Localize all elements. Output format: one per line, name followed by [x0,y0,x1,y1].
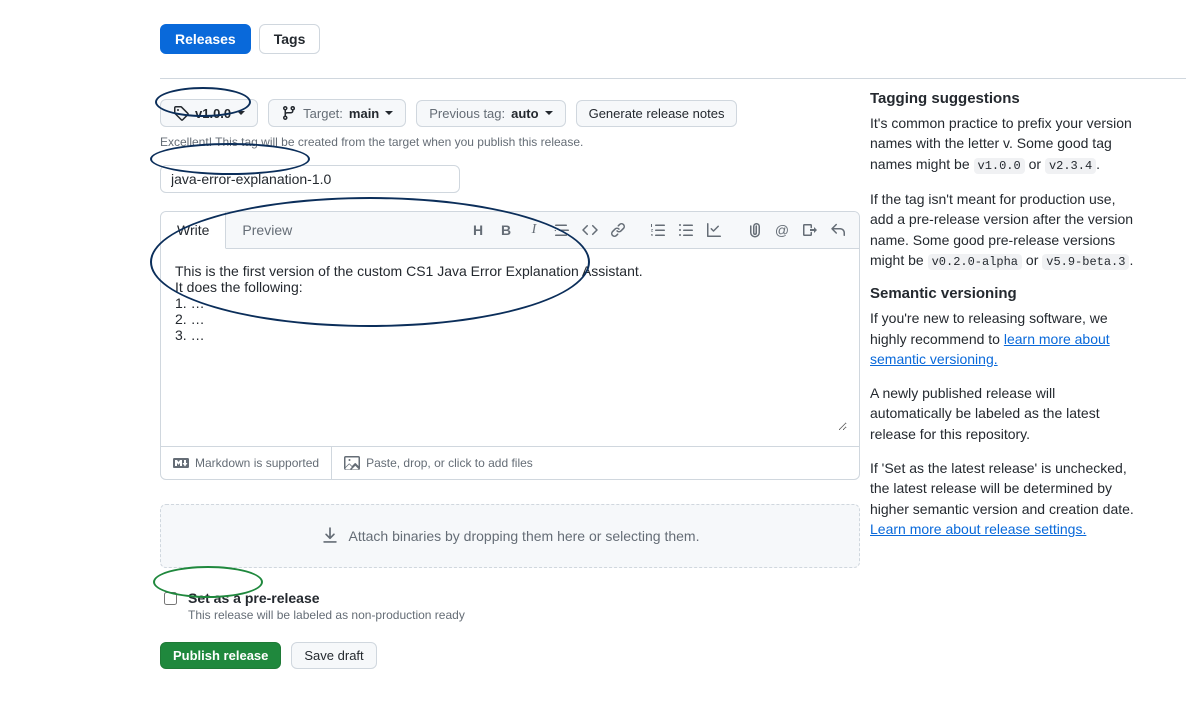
target-label: Target: [303,106,343,121]
view-tabs: Releases Tags [160,24,860,54]
prev-tag-label: Previous tag: [429,106,505,121]
semver-text-3: If 'Set as the latest release' is unchec… [870,458,1140,539]
prerelease-sublabel: This release will be labeled as non-prod… [188,608,465,622]
tab-releases[interactable]: Releases [160,24,251,54]
heading-icon[interactable]: H [465,217,491,243]
semver-text-2: A newly published release will automatic… [870,383,1140,444]
editor-tab-write[interactable]: Write [161,212,226,249]
unordered-list-icon[interactable] [673,217,699,243]
editor-tabs: Write Preview H B I @ [161,212,859,249]
link-icon[interactable] [605,217,631,243]
description-editor: Write Preview H B I @ [160,211,860,480]
download-icon [321,527,339,545]
image-icon [344,455,360,471]
italic-icon[interactable]: I [521,217,547,243]
tag-icon [173,105,189,121]
reply-icon[interactable] [825,217,851,243]
markdown-supported-link[interactable]: Markdown is supported [161,447,332,479]
chevron-down-icon [385,111,393,115]
tab-tags[interactable]: Tags [259,24,321,54]
release-title-input[interactable] [160,165,460,193]
release-controls: v1.0.0 Target: main Previous tag: auto G… [160,99,860,127]
attach-icon[interactable] [741,217,767,243]
editor-tab-preview[interactable]: Preview [226,212,309,248]
prerelease-label: Set as a pre-release [188,590,465,606]
code-icon[interactable] [577,217,603,243]
quote-icon[interactable] [549,217,575,243]
prerelease-option: Set as a pre-release This release will b… [160,590,860,622]
git-branch-icon [281,105,297,121]
save-draft-button[interactable]: Save draft [291,642,376,669]
learn-release-settings-link[interactable]: Learn more about release settings. [870,521,1086,537]
tagging-suggestions-text: It's common practice to prefix your vers… [870,113,1140,175]
tag-value: v1.0.0 [195,106,231,121]
publish-release-button[interactable]: Publish release [160,642,281,669]
generate-release-notes-button[interactable]: Generate release notes [576,100,738,127]
action-buttons: Publish release Save draft [160,642,860,669]
prerelease-checkbox[interactable] [164,592,177,605]
semantic-versioning-heading: Semantic versioning [870,285,1140,302]
ordered-list-icon[interactable] [645,217,671,243]
chevron-down-icon [545,111,553,115]
markdown-toolbar: H B I @ [465,217,859,243]
target-value: main [349,106,379,121]
sidebar-help: Tagging suggestions It's common practice… [870,90,1140,553]
tagging-suggestions-heading: Tagging suggestions [870,90,1140,107]
prev-tag-value: auto [511,106,538,121]
attach-files-link[interactable]: Paste, drop, or click to add files [332,447,545,479]
tag-creation-hint: Excellent! This tag will be created from… [160,135,860,149]
tagging-prerelease-text: If the tag isn't meant for production us… [870,189,1140,271]
editor-footer: Markdown is supported Paste, drop, or cl… [161,446,859,479]
cross-reference-icon[interactable] [797,217,823,243]
previous-tag-selector[interactable]: Previous tag: auto [416,100,565,127]
description-textarea[interactable] [173,261,847,431]
attach-binaries-dropzone[interactable]: Attach binaries by dropping them here or… [160,504,860,568]
target-selector[interactable]: Target: main [268,99,406,127]
semver-text-1: If you're new to releasing software, we … [870,308,1140,369]
mention-icon[interactable]: @ [769,217,795,243]
markdown-icon [173,455,189,471]
tag-selector[interactable]: v1.0.0 [160,99,258,127]
bold-icon[interactable]: B [493,217,519,243]
task-list-icon[interactable] [701,217,727,243]
chevron-down-icon [237,111,245,115]
divider [160,78,1186,79]
